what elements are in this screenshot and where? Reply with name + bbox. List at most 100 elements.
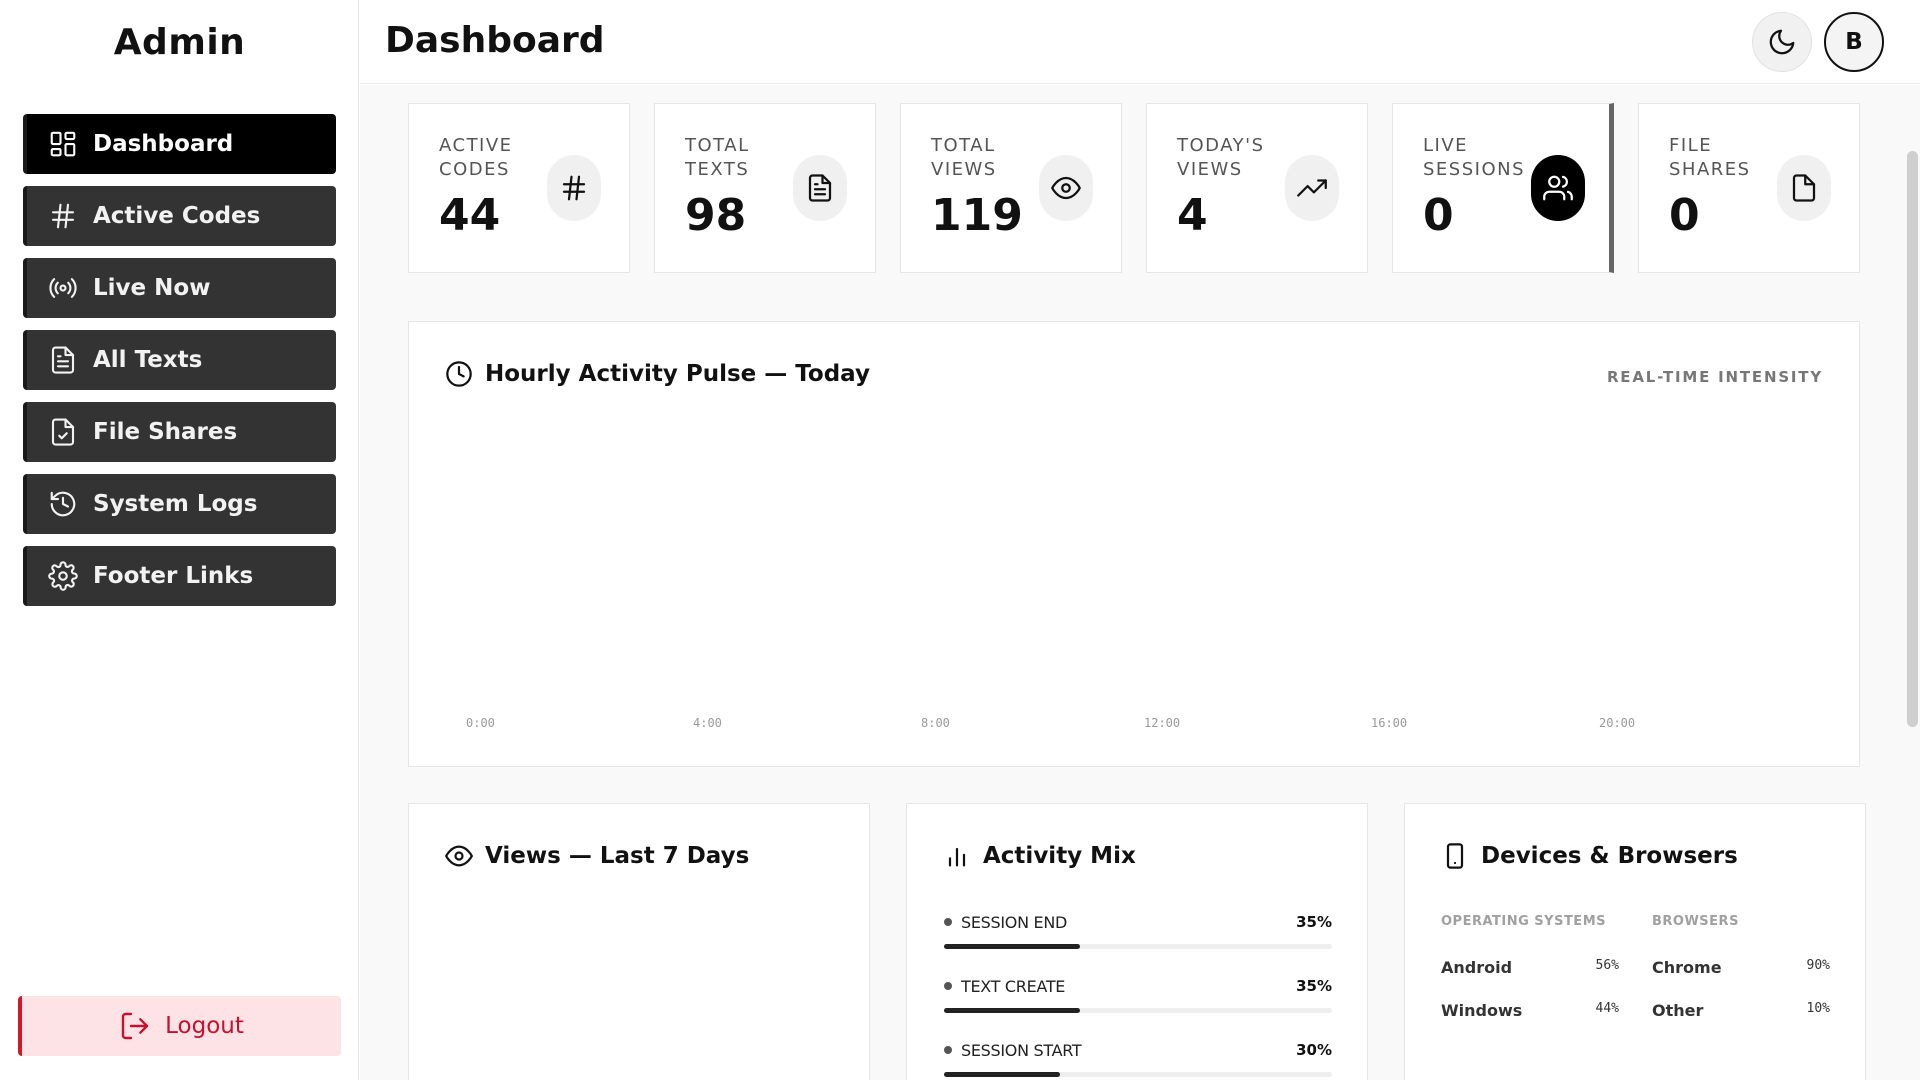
browsers-column-title: BROWSERS xyxy=(1652,914,1739,929)
activity-mix-row: SESSION END 35% xyxy=(944,910,1332,949)
logout-icon xyxy=(121,1012,149,1040)
devices-title: Devices & Browsers xyxy=(1481,843,1738,869)
stat-value: 0 xyxy=(1669,190,1700,241)
sidebar-item-file-shares[interactable]: File Shares xyxy=(23,402,336,462)
axis-tick-label: 12:00 xyxy=(1144,716,1181,730)
axis-tick-label: 0:00 xyxy=(466,716,495,730)
stat-value: 0 xyxy=(1423,190,1454,241)
logout-button[interactable]: Logout xyxy=(18,996,341,1056)
main-scrollbar[interactable] xyxy=(1907,151,1918,727)
sidebar-item-dashboard[interactable]: Dashboard xyxy=(23,114,336,174)
views-7-days-title: Views — Last 7 Days xyxy=(485,843,750,869)
page-title: Dashboard xyxy=(385,20,605,61)
activity-mix-panel: Activity Mix SESSION END 35% TEXT CREATE… xyxy=(906,803,1368,1080)
moon-icon xyxy=(1769,29,1795,55)
activity-progress-track xyxy=(944,1072,1332,1077)
os-name: Windows xyxy=(1441,1001,1523,1020)
panel-title: Hourly Activity Pulse — Today xyxy=(445,360,870,388)
activity-progress-track xyxy=(944,1008,1332,1013)
activity-progress-fill xyxy=(944,1072,1061,1077)
brand-title: Admin xyxy=(113,22,246,63)
sidebar-nav: Dashboard Active Codes Live Now All Text… xyxy=(23,114,336,618)
views-last-7-days-panel: Views — Last 7 Days xyxy=(408,803,870,1080)
axis-tick-label: 16:00 xyxy=(1371,716,1408,730)
top-header: Dashboard B xyxy=(360,0,1920,84)
sidebar-item-label: System Logs xyxy=(93,491,258,517)
activity-progress-fill xyxy=(944,944,1080,949)
activity-mix-row: TEXT CREATE 35% xyxy=(944,974,1332,1013)
activity-percent: 35% xyxy=(1296,913,1332,931)
sidebar-item-label: Footer Links xyxy=(93,563,254,589)
panel-title: Devices & Browsers xyxy=(1441,842,1738,870)
stat-card-active-codes: ACTIVE CODES 44 xyxy=(408,103,630,273)
activity-progress-track xyxy=(944,944,1332,949)
file-text-icon xyxy=(47,344,79,376)
realtime-intensity-tag: REAL-TIME INTENSITY xyxy=(1606,368,1823,386)
sidebar-item-active-codes[interactable]: Active Codes xyxy=(23,186,336,246)
file-check-icon xyxy=(47,416,79,448)
os-row: Android 56% xyxy=(1441,958,1619,977)
stat-card-total-texts: TOTAL TEXTS 98 xyxy=(654,103,876,273)
admin-app: Admin Dashboard Active Codes Live Now Al… xyxy=(0,0,1920,1080)
stat-label: TOTAL VIEWS xyxy=(931,135,997,180)
file-icon xyxy=(1777,155,1831,221)
stat-label: FILE SHARES xyxy=(1669,135,1751,180)
stat-card-total-views: TOTAL VIEWS 119 xyxy=(900,103,1122,273)
os-column-title: OPERATING SYSTEMS xyxy=(1441,914,1606,929)
main-content: ACTIVE CODES 44 TOTAL TEXTS 98 TOTAL VIE… xyxy=(360,85,1920,1080)
activity-progress-fill xyxy=(944,1008,1080,1013)
axis-tick-label: 4:00 xyxy=(693,716,722,730)
os-name: Android xyxy=(1441,958,1513,977)
os-row: Windows 44% xyxy=(1441,1001,1619,1020)
sidebar-item-label: Active Codes xyxy=(93,203,261,229)
hourly-activity-panel: Hourly Activity Pulse — Today REAL-TIME … xyxy=(408,321,1860,767)
history-icon xyxy=(47,488,79,520)
avatar[interactable]: B xyxy=(1824,12,1884,72)
layout-grid-icon xyxy=(47,128,79,160)
gear-icon xyxy=(47,560,79,592)
sidebar-item-all-texts[interactable]: All Texts xyxy=(23,330,336,390)
clock-icon xyxy=(446,361,472,387)
sidebar-item-label: Dashboard xyxy=(93,131,234,157)
hash-icon xyxy=(547,155,601,221)
activity-mix-title: Activity Mix xyxy=(983,843,1136,869)
activity-percent: 35% xyxy=(1296,977,1332,995)
sidebar-item-footer-links[interactable]: Footer Links xyxy=(23,546,336,606)
stat-value: 4 xyxy=(1177,190,1208,241)
stat-card-todays-views: TODAY'S VIEWS 4 xyxy=(1146,103,1368,273)
stat-value: 44 xyxy=(439,190,501,241)
browser-row: Chrome 90% xyxy=(1652,958,1830,977)
bar-chart-icon xyxy=(948,847,966,867)
hourly-activity-title: Hourly Activity Pulse — Today xyxy=(485,361,870,387)
activity-name: SESSION END xyxy=(944,913,1067,932)
stat-label: TOTAL TEXTS xyxy=(685,135,750,180)
browser-name: Other xyxy=(1652,1001,1704,1020)
stat-value: 98 xyxy=(685,190,747,241)
activity-name: SESSION START xyxy=(944,1041,1082,1060)
sidebar-item-label: All Texts xyxy=(93,347,203,373)
stat-value: 119 xyxy=(931,190,1023,241)
stat-label: LIVE SESSIONS xyxy=(1423,135,1526,180)
browser-row: Other 10% xyxy=(1652,1001,1830,1020)
axis-tick-label: 20:00 xyxy=(1599,716,1636,730)
os-percent: 44% xyxy=(1595,1001,1619,1016)
theme-toggle-button[interactable] xyxy=(1752,12,1812,72)
axis-tick-label: 8:00 xyxy=(921,716,950,730)
hash-icon xyxy=(47,200,79,232)
sidebar: Admin Dashboard Active Codes Live Now Al… xyxy=(0,0,359,1080)
eye-icon xyxy=(445,845,473,867)
document-icon xyxy=(793,155,847,221)
activity-name: TEXT CREATE xyxy=(944,977,1065,996)
stat-card-live-sessions: LIVE SESSIONS 0 xyxy=(1392,103,1614,273)
activity-percent: 30% xyxy=(1296,1041,1332,1059)
browser-percent: 90% xyxy=(1806,958,1830,973)
stat-label: ACTIVE CODES xyxy=(439,135,513,180)
sidebar-item-live-now[interactable]: Live Now xyxy=(23,258,336,318)
sidebar-item-system-logs[interactable]: System Logs xyxy=(23,474,336,534)
sidebar-item-label: Live Now xyxy=(93,275,211,301)
browser-percent: 10% xyxy=(1806,1001,1830,1016)
activity-mix-row: SESSION START 30% xyxy=(944,1038,1332,1077)
trending-up-icon xyxy=(1285,155,1339,221)
sidebar-item-label: File Shares xyxy=(93,419,238,445)
broadcast-icon xyxy=(47,272,79,304)
